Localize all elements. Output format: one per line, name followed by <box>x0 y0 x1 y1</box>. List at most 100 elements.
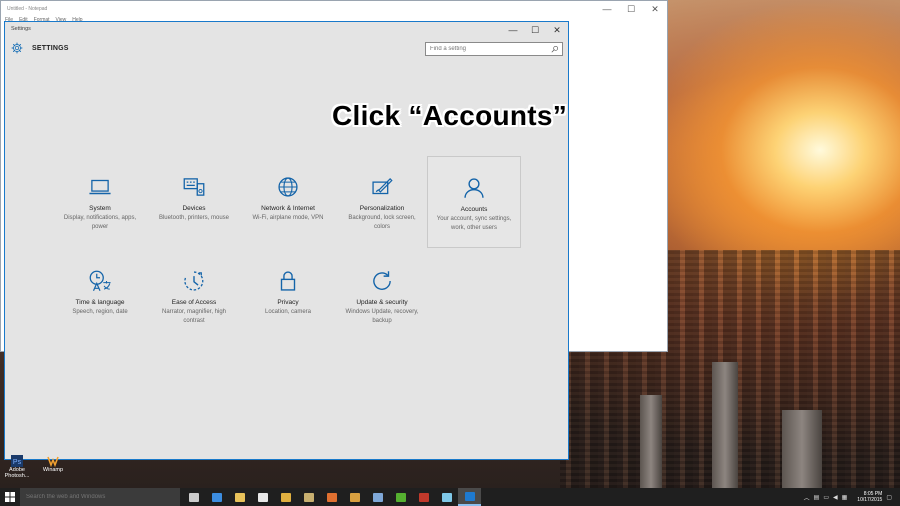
taskbar-app-button[interactable] <box>228 488 251 506</box>
gear-icon <box>11 42 23 54</box>
notepad-minimize-button[interactable]: — <box>595 1 619 17</box>
task-view-icon <box>188 492 199 502</box>
instruction-caption: Click “Accounts” <box>332 100 568 131</box>
settings-window-title: Settings <box>11 26 31 32</box>
search-icon[interactable] <box>551 45 559 53</box>
skyscraper <box>640 395 662 488</box>
network-icon[interactable]: ▤ <box>814 494 820 501</box>
tile-accounts[interactable]: Accounts Your account, sync settings, wo… <box>427 156 521 248</box>
tile-privacy[interactable]: Privacy Location, camera <box>241 250 335 342</box>
taskbar-clock[interactable]: 8:05 PM 10/17/2015 <box>857 491 882 503</box>
tile-description: Speech, region, date <box>72 309 128 315</box>
settings-window[interactable]: Settings — ☐ ✕ SETTINGS System Display, … <box>4 21 569 460</box>
person-icon <box>464 178 484 198</box>
chrome-icon <box>280 492 291 502</box>
search-input[interactable] <box>430 46 550 52</box>
laptop-icon <box>89 179 111 195</box>
globe-icon <box>278 177 298 197</box>
taskbar-app-button[interactable] <box>251 488 274 506</box>
store-icon <box>257 492 268 502</box>
tile-title: Personalization <box>359 205 405 212</box>
taskbar-app-button[interactable] <box>435 488 458 506</box>
tile-system[interactable]: System Display, notifications, apps, pow… <box>53 156 147 248</box>
tile-title: Privacy <box>277 299 299 306</box>
tile-description: Location, camera <box>264 309 312 315</box>
refresh-icon <box>373 271 391 290</box>
taskbar-app-button[interactable] <box>205 488 228 506</box>
chevron-up-icon[interactable]: ︿ <box>804 493 810 502</box>
taskbar-app-button[interactable] <box>343 488 366 506</box>
devices-icon <box>183 178 205 196</box>
tile-network-internet[interactable]: Network & Internet Wi-Fi, airplane mode,… <box>241 156 335 248</box>
clock-date: 10/17/2015 <box>857 497 883 503</box>
settings-maximize-button[interactable]: ☐ <box>524 22 546 38</box>
action-center-icon[interactable]: ▢ <box>886 494 892 501</box>
media-icon <box>326 492 337 502</box>
tile-description: Display, notifications, apps, power <box>63 215 137 230</box>
tile-description: Windows Update, recovery, backup <box>345 309 419 324</box>
tile-title: Ease of Access <box>171 299 217 306</box>
virtualbox-icon <box>372 492 383 502</box>
file-explorer-icon <box>234 492 245 502</box>
taskbar-apps <box>182 488 481 506</box>
taskbar-app-button[interactable] <box>297 488 320 506</box>
notepad-close-button[interactable]: ✕ <box>643 1 667 17</box>
tile-title: Time & language <box>75 299 125 306</box>
settings-close-button[interactable]: ✕ <box>546 22 568 38</box>
find-setting-search[interactable] <box>425 42 563 56</box>
volume-icon[interactable]: ◀ <box>833 494 838 501</box>
desktop-icon-label: Winamp <box>42 467 64 473</box>
paintbrush-icon <box>372 178 393 195</box>
tile-update-security[interactable]: Update & security Windows Update, recove… <box>335 250 429 342</box>
adobe-photoshop-icon: Ps <box>11 455 23 467</box>
desktop-icon-photoshop[interactable]: Ps Adobe Photosh... <box>2 455 32 479</box>
keyboard-icon[interactable]: ▦ <box>842 494 848 501</box>
notepad-maximize-button[interactable]: ☐ <box>619 1 643 17</box>
tile-ease-of-access[interactable]: Ease of Access Narrator, magnifier, high… <box>147 250 241 342</box>
settings-header: SETTINGS <box>11 42 69 54</box>
skyscraper <box>782 410 822 488</box>
settings-app-icon <box>464 491 475 501</box>
tile-time-language[interactable]: Time & language Speech, region, date <box>53 250 147 342</box>
tile-devices[interactable]: Devices Bluetooth, printers, mouse <box>147 156 241 248</box>
taskbar-app-button[interactable] <box>320 488 343 506</box>
svg-text:Ps: Ps <box>13 459 22 466</box>
start-button[interactable] <box>0 488 20 506</box>
taskbar-app-button[interactable] <box>458 488 481 506</box>
taskbar-search-input[interactable] <box>26 494 176 500</box>
taskbar-app-button[interactable] <box>389 488 412 506</box>
settings-heading: SETTINGS <box>32 44 69 52</box>
settings-minimize-button[interactable]: — <box>502 22 524 38</box>
system-tray: ︿ ▤ ▭ ◀ ▦ 8:05 PM 10/17/2015 ▢ <box>804 488 900 506</box>
tile-description: Narrator, magnifier, high contrast <box>161 309 227 324</box>
tile-title: Network & Internet <box>261 205 315 212</box>
tile-title: Accounts <box>460 206 488 213</box>
taskbar-app-button[interactable] <box>412 488 435 506</box>
notification-icon[interactable]: ▭ <box>823 494 829 501</box>
tile-title: Update & security <box>356 299 408 306</box>
settings-titlebar[interactable]: Settings — ☐ ✕ <box>5 22 568 38</box>
tile-title: System <box>89 205 111 212</box>
tile-personalization[interactable]: Personalization Background, lock screen,… <box>335 156 429 248</box>
paint-icon <box>349 492 360 502</box>
skyscraper <box>712 362 738 488</box>
tile-title: Devices <box>182 205 206 212</box>
winamp-icon <box>47 456 59 467</box>
notepad-title: Untitled - Notepad <box>7 6 48 12</box>
taskbar-search[interactable] <box>20 488 180 506</box>
lock-icon <box>280 271 296 291</box>
windows-logo-icon <box>5 492 15 502</box>
taskbar-app-button[interactable] <box>366 488 389 506</box>
taskbar-app-button[interactable] <box>182 488 205 506</box>
desktop-icon-winamp[interactable]: Winamp <box>38 455 68 473</box>
tile-description: Your account, sync settings, work, other… <box>436 216 512 231</box>
notepad-titlebar[interactable]: Untitled - Notepad <box>1 1 667 17</box>
ease-of-access-icon <box>184 271 204 291</box>
time-language-icon <box>89 270 111 291</box>
taskbar-app-button[interactable] <box>274 488 297 506</box>
desktop-icon-label: Adobe Photosh... <box>4 467 30 479</box>
photos-icon <box>303 492 314 502</box>
tile-description: Wi-Fi, airplane mode, VPN <box>252 215 324 221</box>
taskbar: ︿ ▤ ▭ ◀ ▦ 8:05 PM 10/17/2015 ▢ <box>0 488 900 506</box>
tile-description: Background, lock screen, colors <box>348 215 416 230</box>
